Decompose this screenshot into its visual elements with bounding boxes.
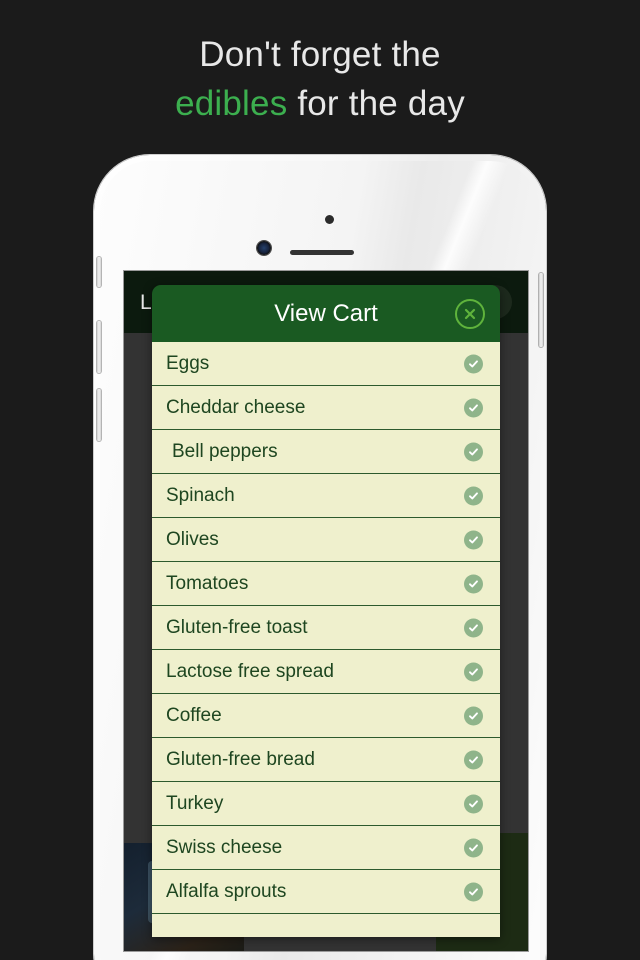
list-item[interactable]: Spinach	[152, 474, 500, 518]
list-item[interactable]: Cheddar cheese	[152, 386, 500, 430]
check-circle-icon[interactable]	[464, 838, 483, 857]
headline-accent-word: edibles	[175, 84, 288, 123]
phone-device-frame: L View Cart Eggs Cheddar cheese Bell pep…	[94, 155, 546, 960]
headline-line-2-suffix: for the day	[287, 84, 465, 123]
silent-switch[interactable]	[97, 257, 101, 287]
cart-item-list[interactable]: Eggs Cheddar cheese Bell peppers Spinach Oli…	[152, 342, 500, 937]
proximity-sensor-icon	[325, 215, 334, 224]
list-item-label: Olives	[166, 528, 219, 550]
list-item[interactable]: Gluten-free toast	[152, 606, 500, 650]
list-item[interactable]: Bell peppers	[152, 430, 500, 474]
list-item-label: Alfalfa sprouts	[166, 880, 287, 902]
list-item-label: Eggs	[166, 352, 210, 374]
list-item[interactable]: Gluten-free bread	[152, 738, 500, 782]
modal-header: View Cart	[152, 285, 500, 342]
list-item-label: Tomatoes	[166, 572, 249, 594]
page-headline: Don't forget the edibles for the day	[0, 30, 640, 128]
view-cart-modal: View Cart Eggs Cheddar cheese Bell peppers…	[152, 285, 500, 937]
check-circle-icon[interactable]	[464, 706, 483, 725]
phone-bezel: L View Cart Eggs Cheddar cheese Bell pep…	[97, 161, 543, 960]
check-circle-icon[interactable]	[464, 882, 483, 901]
list-item[interactable]: Alfalfa sprouts	[152, 870, 500, 914]
check-circle-icon[interactable]	[464, 354, 483, 373]
volume-up-button[interactable]	[97, 321, 101, 373]
front-camera-icon	[257, 241, 271, 255]
list-item-label: Swiss cheese	[166, 836, 283, 858]
list-item[interactable]: Swiss cheese	[152, 826, 500, 870]
list-item[interactable]: Coffee	[152, 694, 500, 738]
list-item[interactable]: Olives	[152, 518, 500, 562]
phone-screen: L View Cart Eggs Cheddar cheese Bell pep…	[124, 271, 528, 951]
list-item[interactable]: Tomatoes	[152, 562, 500, 606]
headline-line-1: Don't forget the	[199, 35, 441, 74]
modal-title: View Cart	[274, 300, 378, 327]
list-item[interactable]: Eggs	[152, 342, 500, 386]
screenshot-root: Don't forget the edibles for the day L V…	[0, 0, 640, 960]
list-item-label: Cheddar cheese	[166, 396, 306, 418]
power-button[interactable]	[539, 273, 543, 347]
headline-line-2: edibles for the day	[0, 79, 640, 128]
check-circle-icon[interactable]	[464, 486, 483, 505]
earpiece-speaker-icon	[290, 250, 354, 255]
check-circle-icon[interactable]	[464, 662, 483, 681]
list-item-label: Coffee	[166, 704, 222, 726]
list-item-label: Spinach	[166, 484, 235, 506]
list-item-label: Turkey	[166, 792, 224, 814]
check-circle-icon[interactable]	[464, 574, 483, 593]
list-item-label: Bell peppers	[172, 440, 278, 462]
volume-down-button[interactable]	[97, 389, 101, 441]
list-item-label: Gluten-free bread	[166, 748, 315, 770]
list-item-label: Gluten-free toast	[166, 616, 308, 638]
app-top-bar-title: L	[140, 291, 152, 314]
check-circle-icon[interactable]	[464, 750, 483, 769]
check-circle-icon[interactable]	[464, 794, 483, 813]
check-circle-icon[interactable]	[464, 398, 483, 417]
check-circle-icon[interactable]	[464, 530, 483, 549]
check-circle-icon[interactable]	[464, 442, 483, 461]
list-item[interactable]: Turkey	[152, 782, 500, 826]
close-icon[interactable]	[455, 299, 485, 329]
list-item-label: Lactose free spread	[166, 660, 334, 682]
check-circle-icon[interactable]	[464, 618, 483, 637]
list-item[interactable]: Lactose free spread	[152, 650, 500, 694]
